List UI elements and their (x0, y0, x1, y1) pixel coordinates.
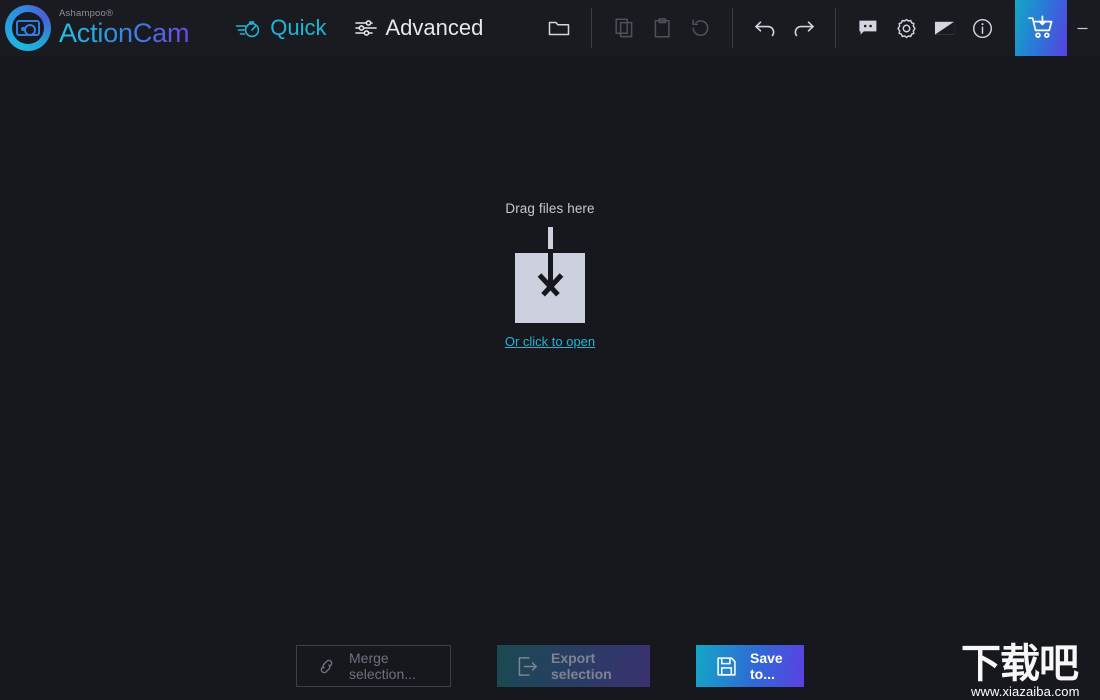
export-selection-label: Export selection (551, 650, 612, 682)
save-to-label: Save to... (750, 650, 783, 682)
undo-icon[interactable] (746, 9, 784, 47)
merge-selection-button[interactable]: Merge selection... (296, 645, 451, 687)
tab-advanced-label: Advanced (385, 15, 484, 40)
window-controls (1067, 0, 1100, 56)
tab-quick[interactable]: Quick (235, 15, 327, 41)
floppy-disk-icon (716, 656, 737, 677)
export-selection-button[interactable]: Export selection (497, 645, 650, 687)
open-file-link[interactable]: Or click to open (505, 334, 595, 349)
toolbar-separator-3 (835, 8, 837, 48)
clipboard-icon[interactable] (643, 9, 681, 47)
mode-tabs: Quick Advanced (235, 0, 483, 56)
toolbar-separator-1 (591, 8, 593, 48)
main-content-area: Drag files here Or click to open (0, 56, 1100, 632)
minimize-button[interactable] (1067, 0, 1097, 56)
edit-toolbar (540, 0, 849, 56)
app-brand: Ashampoo® ActionCam (0, 0, 189, 56)
actioncam-logo-icon (5, 5, 51, 51)
chain-link-icon (317, 657, 336, 676)
app-title: ActionCam (59, 17, 190, 48)
merge-selection-label: Merge selection... (349, 650, 416, 682)
tab-advanced[interactable]: Advanced (354, 15, 484, 41)
title-bar: Ashampoo® ActionCam Quick Advanced (0, 0, 1100, 56)
tab-quick-label: Quick (270, 15, 327, 40)
dropzone-title: Drag files here (505, 201, 595, 216)
info-circle-icon[interactable] (963, 9, 1001, 47)
utility-toolbar (849, 0, 1100, 56)
toolbar-separator-2 (732, 8, 734, 48)
action-bar: Merge selection... Export selection Save… (0, 632, 1100, 700)
download-arrow-into-box-icon (515, 227, 585, 323)
folder-icon[interactable] (540, 9, 578, 47)
export-arrow-icon (517, 656, 538, 677)
copy-icon[interactable] (605, 9, 643, 47)
reset-icon[interactable] (681, 9, 719, 47)
speech-bubble-stars-icon[interactable] (849, 9, 887, 47)
save-to-button[interactable]: Save to... (696, 645, 804, 687)
shopping-cart-download-icon[interactable] (1015, 0, 1068, 56)
redo-icon[interactable] (784, 9, 822, 47)
sliders-icon (354, 19, 377, 37)
file-dropzone[interactable]: Drag files here Or click to open (0, 201, 1100, 349)
gear-icon[interactable] (887, 9, 925, 47)
contrast-square-icon[interactable] (925, 9, 963, 47)
stopwatch-speed-icon (235, 18, 261, 38)
